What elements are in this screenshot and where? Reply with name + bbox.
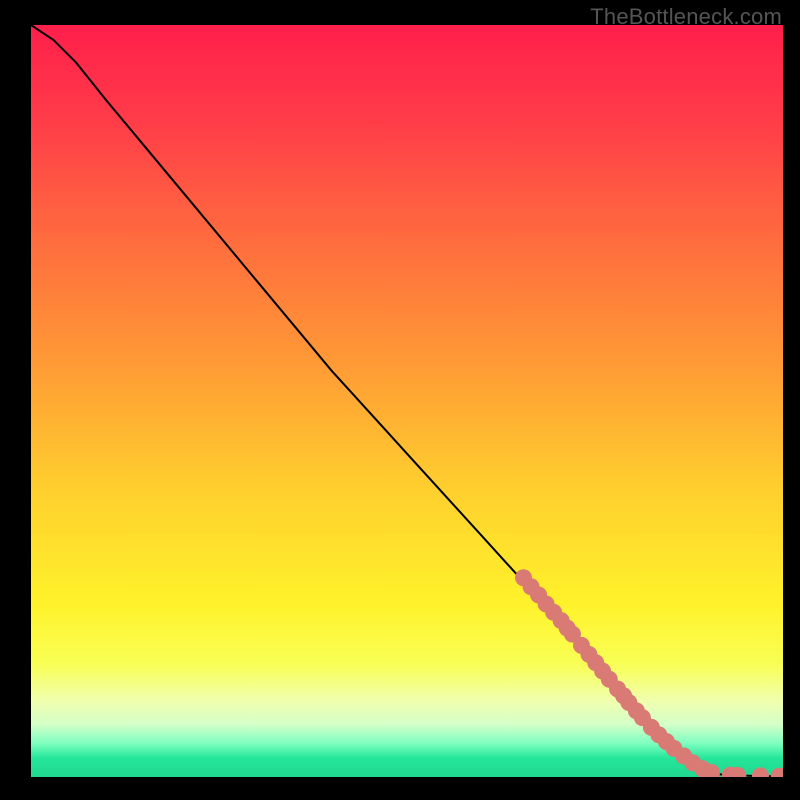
bottleneck-chart <box>31 25 783 777</box>
chart-stage: TheBottleneck.com <box>0 0 800 800</box>
plot-background <box>31 25 783 777</box>
